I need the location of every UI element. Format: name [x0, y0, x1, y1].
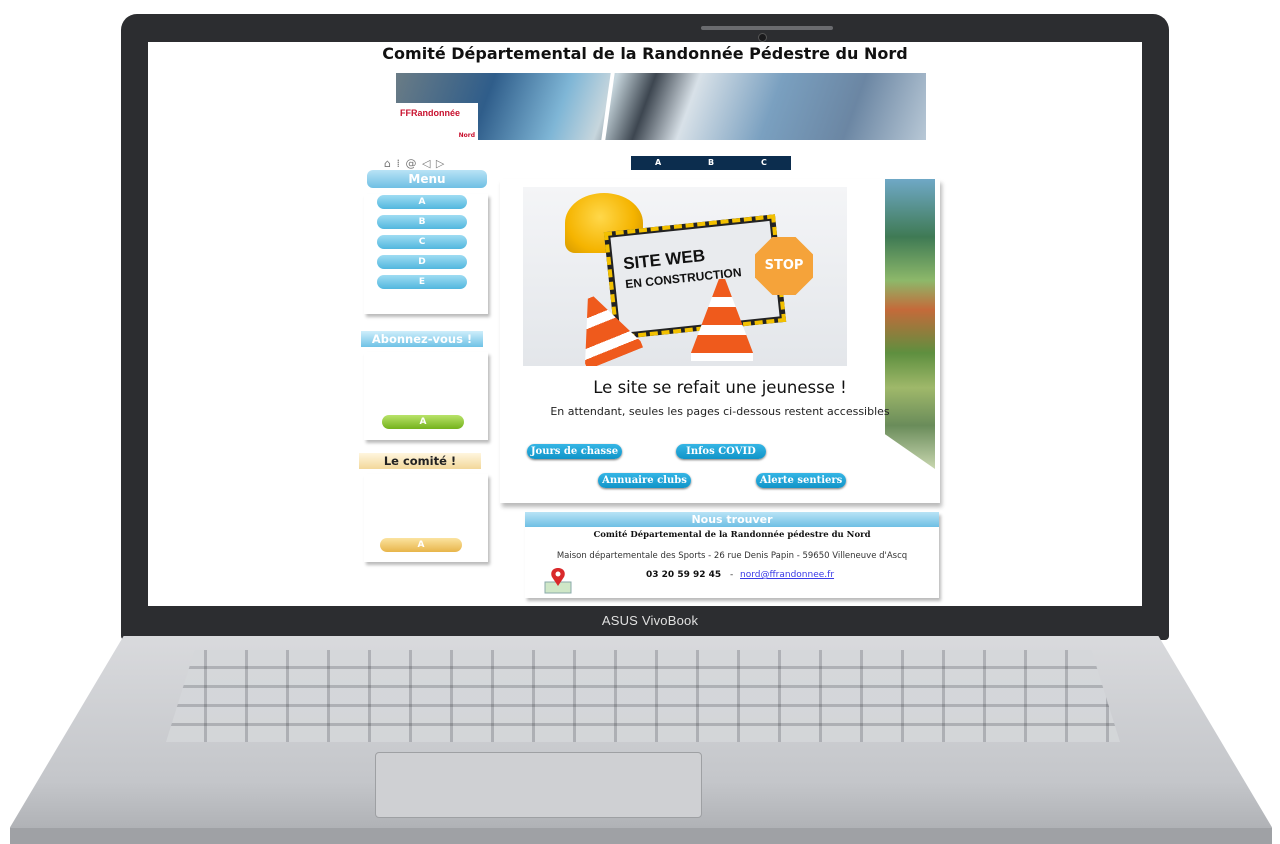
stop-sign-icon: STOP: [755, 237, 813, 295]
alerte-sentiers-button[interactable]: Alerte sentiers: [756, 473, 846, 488]
laptop-brand-label: ASUS VivoBook: [601, 613, 699, 628]
abonnez-button[interactable]: A: [382, 415, 464, 429]
top-nav-a[interactable]: A: [655, 156, 661, 170]
phone-number: 03 20 59 92 45: [646, 570, 722, 580]
top-nav-c[interactable]: C: [761, 156, 767, 170]
infos-covid-button[interactable]: Infos COVID: [676, 444, 766, 459]
abonnez-heading: Abonnez-vous !: [361, 331, 483, 347]
menu-item-d[interactable]: D: [377, 255, 467, 269]
touchpad: [375, 752, 702, 818]
subline: En attendant, seules les pages ci-dessou…: [550, 405, 890, 418]
header-banner: FFRandonnée Nord: [396, 73, 926, 140]
menu-item-e[interactable]: E: [377, 275, 467, 289]
keyboard: [166, 650, 1120, 742]
jours-de-chasse-button[interactable]: Jours de chasse: [527, 444, 622, 459]
menu-panel: [364, 194, 488, 314]
hiking-photo-strip: [885, 179, 935, 469]
menu-item-c[interactable]: C: [377, 235, 467, 249]
separator: -: [730, 570, 734, 580]
webcam-icon: [758, 33, 767, 42]
address: Maison départementale des Sports - 26 ru…: [556, 551, 908, 561]
map-pin-icon[interactable]: [543, 566, 573, 594]
org-name: Comité Départemental de la Randonnée péd…: [593, 530, 871, 540]
nous-trouver-heading: Nous trouver: [525, 512, 939, 527]
menu-item-a[interactable]: A: [377, 195, 467, 209]
laptop-screen: Comité Départemental de la Randonnée Péd…: [148, 42, 1142, 606]
top-nav-b[interactable]: B: [708, 156, 714, 170]
page-title: Comité Départemental de la Randonnée Péd…: [382, 44, 908, 63]
camera-bar: [701, 26, 833, 30]
ffrandonnee-logo[interactable]: FFRandonnée Nord: [396, 103, 478, 140]
construction-image: SITE WEB EN CONSTRUCTION STOP: [523, 187, 847, 366]
email-link[interactable]: nord@ffrandonnee.fr: [740, 570, 834, 580]
annuaire-clubs-button[interactable]: Annuaire clubs: [598, 473, 691, 488]
comite-heading: Le comité !: [359, 453, 481, 469]
menu-heading: Menu: [367, 170, 487, 188]
headline: Le site se refait une jeunesse !: [593, 378, 847, 397]
comite-button[interactable]: A: [380, 538, 462, 552]
laptop-front-edge: [10, 828, 1272, 844]
mini-nav-icons[interactable]: ⌂ ⁞ @ ◁ ▷: [384, 157, 445, 170]
menu-item-b[interactable]: B: [377, 215, 467, 229]
top-nav-bar: A B C: [631, 156, 791, 170]
